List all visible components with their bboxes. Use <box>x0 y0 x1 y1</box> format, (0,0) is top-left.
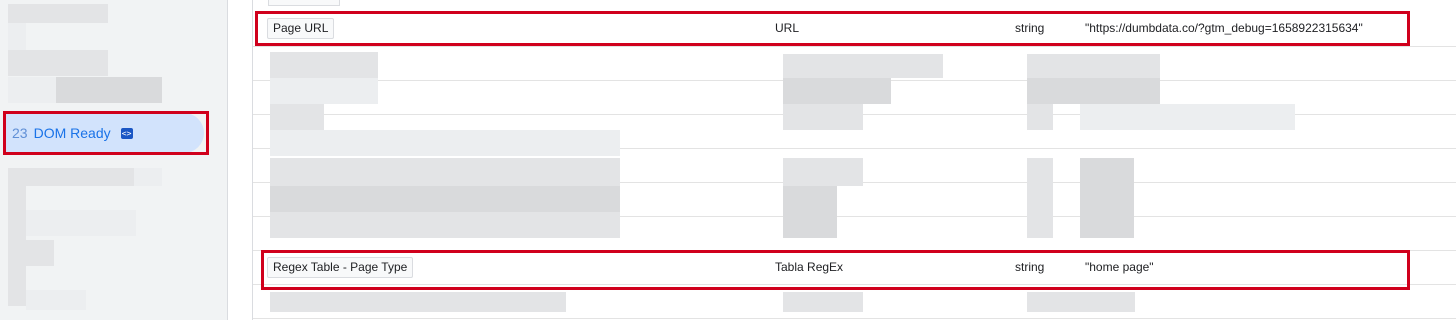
variable-type: URL <box>775 21 800 35</box>
table-row: Regex Table - Page Type Tabla RegEx stri… <box>253 251 1456 284</box>
row-divider <box>253 318 1456 319</box>
blurred-row <box>270 158 620 186</box>
blurred-event <box>134 168 162 186</box>
blurred-row <box>783 292 863 312</box>
blurred-row <box>1080 158 1134 238</box>
variable-value: "home page" <box>1085 260 1154 274</box>
event-number: 23 <box>12 125 28 141</box>
blurred-event <box>56 77 162 103</box>
blurred-row <box>783 54 943 78</box>
blurred-event <box>8 186 26 306</box>
blurred-row <box>1027 78 1160 104</box>
blurred-row <box>783 78 891 104</box>
return-type: string <box>1015 260 1045 274</box>
blurred-row <box>270 186 620 212</box>
blurred-event <box>8 77 56 103</box>
blurred-row <box>1027 104 1053 130</box>
blurred-row <box>270 104 324 130</box>
blurred-row <box>783 186 837 238</box>
table-row: Page URL URL string "https://dumbdata.co… <box>253 12 1456 45</box>
blurred-row <box>270 130 620 156</box>
variable-name[interactable]: Regex Table - Page Type <box>267 257 414 278</box>
event-item-dom-ready[interactable]: 23 DOM Ready <> <box>6 113 204 153</box>
blurred-event <box>8 50 108 76</box>
blurred-event <box>26 290 86 310</box>
variable-name[interactable]: Page URL <box>267 18 335 39</box>
blurred-row <box>270 212 620 238</box>
row-stub <box>268 0 340 6</box>
blurred-event <box>26 210 136 236</box>
blurred-row <box>1080 104 1295 130</box>
blurred-row <box>270 292 566 312</box>
row-divider <box>253 46 1456 47</box>
blurred-event <box>26 240 54 266</box>
blurred-event <box>8 4 108 23</box>
blurred-row <box>1027 158 1053 238</box>
blurred-row <box>1027 54 1160 78</box>
blurred-row <box>1027 292 1135 312</box>
blurred-row <box>783 104 863 130</box>
blurred-event <box>8 168 134 186</box>
variable-value: "https://dumbdata.co/?gtm_debug=16589223… <box>1085 21 1363 35</box>
return-type: string <box>1015 21 1045 35</box>
event-label: DOM Ready <box>33 125 111 141</box>
row-divider <box>253 284 1456 285</box>
blurred-row <box>270 78 378 104</box>
variable-type: Tabla RegEx <box>775 260 844 274</box>
blurred-row <box>270 52 378 78</box>
event-sidebar: 23 DOM Ready <> <box>0 0 228 320</box>
blurred-row <box>783 158 863 186</box>
code-icon: <> <box>120 127 133 139</box>
